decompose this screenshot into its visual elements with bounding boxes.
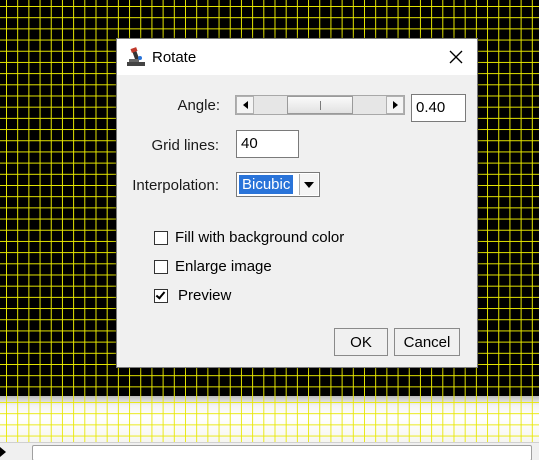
rotate-dialog: Rotate Angle: 0.40 Grid lines: 40 Interp…: [116, 38, 478, 368]
preview-label: Preview: [178, 287, 232, 304]
interpolation-select[interactable]: Bicubic: [236, 172, 320, 197]
enlarge-image-label: Enlarge image: [175, 258, 272, 275]
fill-background-checkbox-row[interactable]: Fill with background color: [154, 229, 344, 246]
chevron-down-icon: [304, 181, 314, 188]
cancel-button[interactable]: Cancel: [394, 328, 460, 356]
scroll-left-arrow-icon[interactable]: [0, 447, 6, 457]
angle-label: Angle:: [177, 97, 220, 114]
slider-thumb[interactable]: [287, 96, 353, 114]
dialog-titlebar[interactable]: Rotate: [117, 39, 477, 75]
angle-slider[interactable]: [235, 95, 405, 115]
interpolation-selected-value: Bicubic: [239, 175, 294, 194]
dialog-title: Rotate: [152, 49, 197, 66]
image-bright-band: [0, 396, 539, 442]
grid-lines-input[interactable]: 40: [236, 130, 299, 158]
ok-button[interactable]: OK: [334, 328, 388, 356]
fill-background-label: Fill with background color: [175, 229, 345, 246]
preview-checkbox-row[interactable]: Preview: [154, 287, 231, 304]
close-button[interactable]: [435, 39, 477, 75]
close-icon: [449, 50, 463, 64]
imagej-microscope-icon: [126, 47, 146, 67]
fill-background-checkbox[interactable]: [154, 230, 168, 245]
checkmark-icon: [155, 288, 166, 300]
enlarge-image-checkbox[interactable]: [154, 259, 168, 274]
horizontal-scrollbar[interactable]: [0, 442, 539, 460]
preview-checkbox[interactable]: [154, 288, 168, 303]
arrow-right-icon: [392, 101, 398, 109]
enlarge-image-checkbox-row[interactable]: Enlarge image: [154, 258, 272, 275]
grid-lines-label: Grid lines:: [151, 137, 219, 154]
arrow-left-icon: [242, 101, 248, 109]
dropdown-button[interactable]: [299, 174, 318, 195]
interpolation-label: Interpolation:: [132, 177, 219, 194]
slider-decrement-button[interactable]: [236, 96, 254, 114]
angle-input[interactable]: 0.40: [411, 94, 466, 122]
slider-increment-button[interactable]: [386, 96, 404, 114]
scrollbar-track[interactable]: [32, 445, 532, 460]
